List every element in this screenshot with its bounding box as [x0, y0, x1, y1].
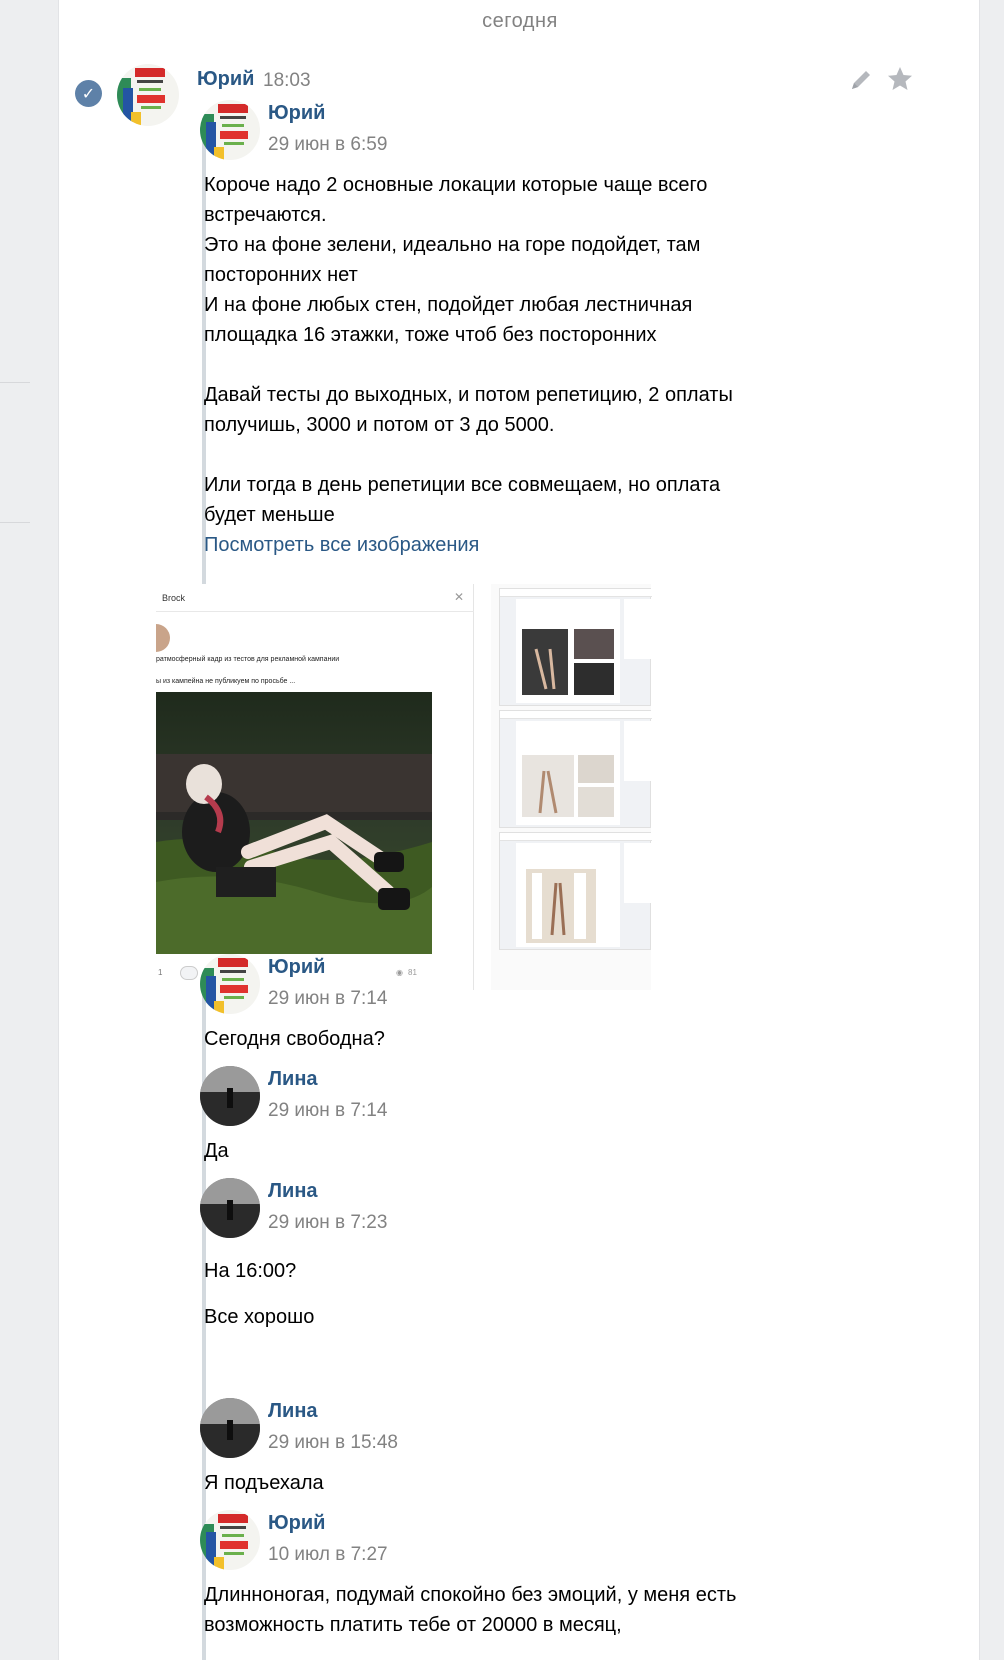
- forwarded-message: Лина 29 июн в 7:23 На 16:00? Все хорошо: [156, 1178, 856, 1334]
- forward-author[interactable]: Юрий: [268, 956, 325, 979]
- forwarded-message: Юрий 29 июн в 6:59 Короче надо 2 основны…: [156, 100, 856, 556]
- message-text: Короче надо 2 основные локации которые ч…: [204, 170, 844, 560]
- text-line: И на фоне любых стен, подойдет любая лес…: [204, 294, 693, 316]
- star-icon[interactable]: [885, 64, 915, 94]
- text-line: Или тогда в день репетиции все совмещаем…: [204, 474, 721, 496]
- check-icon[interactable]: ✓: [75, 80, 102, 107]
- text-line: возможность платить тебе от 20000 в меся…: [204, 1614, 622, 1636]
- thumbnail: [499, 588, 652, 706]
- text-line: Да: [204, 1140, 229, 1162]
- text-line: площадка 16 этажки, тоже чтоб без постор…: [204, 324, 657, 346]
- message-author[interactable]: Юрий: [197, 68, 254, 91]
- avatar: [156, 624, 170, 652]
- message-text: На 16:00? Все хорошо: [204, 1248, 844, 1340]
- avatar[interactable]: [200, 1066, 260, 1126]
- avatar[interactable]: [200, 1178, 260, 1238]
- forward-author[interactable]: Лина: [268, 1180, 318, 1203]
- left-gutter: [0, 0, 58, 1660]
- date-separator: сегодня: [482, 10, 558, 32]
- message-text: Длинноногая, подумай спокойно без эмоций…: [204, 1580, 844, 1640]
- right-gutter: [980, 0, 1004, 1660]
- text-line: [204, 440, 844, 470]
- text-line: Короче надо 2 основные локации которые ч…: [204, 174, 708, 196]
- avatar[interactable]: [200, 1510, 260, 1570]
- forwarded-message: Юрий 10 июл в 7:27 Длинноногая, подумай …: [156, 1510, 856, 1660]
- forwarded-message: Юрий 29 июн в 7:14 Сегодня свободна?: [156, 954, 856, 1054]
- forwarded-message: Лина 29 июн в 7:14 Да: [156, 1066, 856, 1166]
- thumbnail: [499, 832, 652, 950]
- text-line: [204, 350, 844, 380]
- message-time[interactable]: 18:03: [263, 70, 311, 92]
- attachment-image[interactable]: [491, 584, 652, 990]
- forward-author[interactable]: Лина: [268, 1400, 318, 1423]
- forward-date[interactable]: 10 июл в 7:27: [268, 1544, 388, 1566]
- forward-author[interactable]: Юрий: [268, 1512, 325, 1535]
- text-line: получишь, 3000 и потом от 3 до 5000.: [204, 414, 555, 436]
- attachment-image[interactable]: Brock ✕ ратмосферный кадр из тестов для …: [156, 584, 474, 990]
- shot-header: Brock ✕: [156, 584, 474, 612]
- text-line: На 16:00?: [204, 1260, 297, 1282]
- shot-caption: ратмосферный кадр из тестов для рекламно…: [156, 656, 340, 663]
- text-line: Длинноногая, подумай спокойно без эмоций…: [204, 1584, 737, 1606]
- avatar[interactable]: [200, 1398, 260, 1458]
- shot-caption: ы из кампейна не публикуем по просьбе ..…: [156, 678, 296, 685]
- avatar[interactable]: [200, 954, 260, 1014]
- close-icon: ✕: [453, 590, 464, 604]
- text-line: Я подъехала: [204, 1472, 324, 1494]
- text-line: посторонних нет: [204, 264, 358, 286]
- message-text: Да: [204, 1136, 844, 1166]
- forward-date[interactable]: 29 июн в 15:48: [268, 1432, 398, 1454]
- message-text: Я подъехала: [204, 1468, 844, 1498]
- shot-title: Brock: [162, 593, 186, 603]
- text-line: Это на фоне зелени, идеально на горе под…: [204, 234, 701, 256]
- pencil-icon[interactable]: [847, 66, 875, 94]
- forward-date[interactable]: 29 июн в 6:59: [268, 134, 387, 156]
- forward-author[interactable]: Юрий: [268, 102, 325, 125]
- text-line: будет меньше: [204, 504, 335, 526]
- photo: [156, 692, 432, 954]
- view-all-images-link[interactable]: Посмотреть все изображения: [204, 530, 844, 560]
- text-line: встречаются.: [204, 204, 327, 226]
- avatar[interactable]: [200, 100, 260, 160]
- text-line: Давай тесты до выходных, и потом репетиц…: [204, 384, 733, 406]
- forward-date[interactable]: 29 июн в 7:14: [268, 988, 387, 1010]
- divider: [0, 382, 30, 383]
- forward-date[interactable]: 29 июн в 7:23: [268, 1212, 387, 1234]
- divider: [0, 522, 30, 523]
- message-text: Сегодня свободна?: [204, 1024, 844, 1054]
- forward-author[interactable]: Лина: [268, 1068, 318, 1091]
- forward-date[interactable]: 29 июн в 7:14: [268, 1100, 387, 1122]
- forwarded-message: Лина 29 июн в 15:48 Я подъехала: [156, 1398, 856, 1498]
- thumbnail: [499, 710, 652, 828]
- text-line: Все хорошо: [204, 1306, 315, 1328]
- text-line: Сегодня свободна?: [204, 1028, 385, 1050]
